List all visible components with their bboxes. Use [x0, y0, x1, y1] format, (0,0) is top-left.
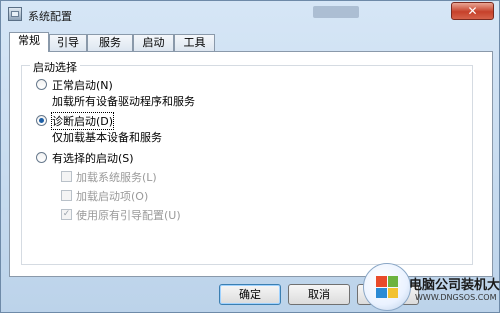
tab-boot[interactable]: 引导 [49, 34, 87, 51]
tab-tools[interactable]: 工具 [174, 34, 215, 51]
blurred-region [313, 6, 359, 18]
diagnostic-startup-label[interactable]: 诊断启动(D) [50, 112, 115, 130]
selective-startup-radio[interactable] [36, 152, 47, 163]
load-system-services-label: 加载系统服务(L) [76, 171, 157, 184]
tab-services[interactable]: 服务 [87, 34, 133, 51]
tab-general[interactable]: 常规 [9, 32, 49, 52]
ok-button[interactable]: 确定 [219, 284, 281, 305]
app-icon [8, 7, 22, 21]
tab-startup[interactable]: 启动 [133, 34, 174, 51]
watermark-text: 电脑公司装机大师 [409, 278, 500, 293]
load-system-services-checkbox[interactable] [61, 171, 72, 182]
cancel-button[interactable]: 取消 [288, 284, 350, 305]
title-bar[interactable]: 系统配置 ✕ [1, 1, 499, 29]
window-title: 系统配置 [28, 10, 72, 23]
load-startup-items-label: 加载启动项(O) [76, 190, 149, 203]
normal-startup-label[interactable]: 正常启动(N) [52, 77, 113, 93]
watermark-url: WWW.DNGSOS.COM [415, 293, 497, 302]
use-original-boot-config-checkbox[interactable]: ✓ [61, 209, 72, 220]
windows-logo-icon [376, 276, 398, 298]
system-config-window: 系统配置 ✕ 常规 引导 服务 启动 工具 启动选择 正常启动(N) 加载所有设… [0, 0, 500, 313]
diagnostic-startup-radio[interactable] [36, 115, 47, 126]
use-original-boot-config-label: 使用原有引导配置(U) [76, 209, 181, 222]
group-label: 启动选择 [30, 59, 80, 75]
load-startup-items-checkbox[interactable] [61, 190, 72, 201]
diagnostic-startup-description: 仅加载基本设备和服务 [52, 131, 162, 144]
close-button[interactable]: ✕ [451, 2, 494, 20]
normal-startup-description: 加载所有设备驱动程序和服务 [52, 95, 195, 108]
normal-startup-radio[interactable] [36, 79, 47, 90]
selective-startup-label[interactable]: 有选择的启动(S) [52, 150, 134, 166]
